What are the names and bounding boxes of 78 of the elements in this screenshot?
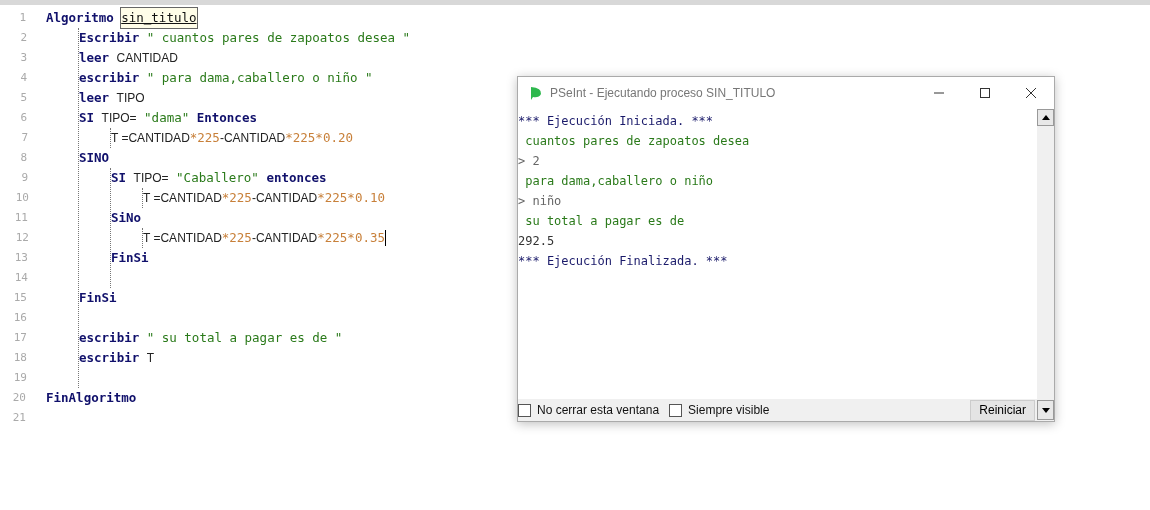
line-number: 18 bbox=[12, 350, 27, 366]
checkbox[interactable] bbox=[669, 403, 683, 417]
code-text: *225 bbox=[221, 229, 252, 247]
line-number: 8 bbox=[19, 150, 27, 166]
code-string: " su total a pagar es de " bbox=[146, 329, 343, 347]
code-keyword: FinAlgoritmo bbox=[46, 389, 137, 407]
code-text: *225 bbox=[189, 129, 220, 147]
code-keyword: FinSi bbox=[79, 289, 117, 307]
code-text: TIPO= bbox=[133, 170, 169, 187]
line-number: 21 bbox=[11, 410, 26, 426]
line-number: 9 bbox=[20, 170, 28, 186]
line-number: 11 bbox=[13, 210, 28, 226]
line-number: 16 bbox=[12, 310, 27, 326]
code-string: "dama" bbox=[144, 109, 190, 127]
scrollbar[interactable] bbox=[1037, 109, 1054, 399]
app-icon bbox=[528, 85, 544, 101]
code-keyword: SINO bbox=[79, 149, 110, 167]
code-keyword: leer bbox=[79, 89, 110, 107]
checkbox[interactable] bbox=[518, 403, 531, 417]
console-line: su total a pagar es de bbox=[524, 213, 686, 230]
checkbox-label[interactable]: Siempre visible bbox=[688, 403, 770, 417]
line-number: 12 bbox=[14, 230, 29, 246]
code-keyword: Escribir bbox=[79, 29, 140, 47]
console-line: > niño bbox=[518, 193, 563, 210]
line-number: 1 bbox=[18, 10, 26, 26]
line-number: 2 bbox=[19, 30, 27, 46]
code-string: " para dama,caballero o niño " bbox=[146, 69, 373, 87]
code-keyword: escribir bbox=[79, 329, 140, 347]
line-number: 10 bbox=[14, 190, 29, 206]
scroll-up-icon[interactable] bbox=[1037, 109, 1054, 126]
line-number: 13 bbox=[13, 250, 28, 266]
line-number: 17 bbox=[12, 330, 27, 346]
console-line: para dama,caballero o niño bbox=[524, 173, 715, 190]
code-keyword: Entonces bbox=[196, 109, 257, 127]
code-text: T bbox=[146, 350, 155, 367]
code-text: sin_titulo bbox=[121, 8, 197, 28]
code-text: *225*0.20 bbox=[285, 129, 353, 147]
code-keyword: entonces bbox=[266, 169, 327, 187]
line-number: 15 bbox=[12, 290, 27, 306]
code-keyword: leer bbox=[79, 49, 110, 67]
console-line: > 2 bbox=[518, 153, 541, 170]
code-keyword: SiNo bbox=[111, 209, 142, 227]
code-keyword: escribir bbox=[79, 349, 140, 367]
code-text: *225*0.10 bbox=[317, 189, 385, 207]
console-line: 292.5 bbox=[518, 233, 556, 250]
line-number: 19 bbox=[12, 370, 27, 386]
code-text: -CANTIDAD bbox=[219, 130, 286, 147]
line-number: 5 bbox=[19, 90, 27, 106]
line-number: 14 bbox=[13, 270, 28, 286]
window-title: PSeInt - Ejecutando proceso SIN_TITULO bbox=[550, 86, 777, 100]
code-text: TIPO bbox=[116, 90, 145, 107]
line-number: 3 bbox=[19, 50, 27, 66]
scroll-down-icon[interactable] bbox=[1037, 400, 1054, 420]
line-number: 7 bbox=[20, 130, 28, 146]
line-number: 6 bbox=[19, 110, 27, 126]
console-line: *** Ejecución Iniciada. *** bbox=[518, 113, 715, 130]
code-text: -CANTIDAD bbox=[251, 230, 318, 247]
code-keyword: Algoritmo bbox=[46, 9, 114, 27]
console-line: *** Ejecución Finalizada. *** bbox=[518, 253, 729, 270]
code-text: T =CANTIDAD bbox=[143, 190, 222, 207]
code-text: CANTIDAD bbox=[116, 50, 178, 67]
checkbox-label[interactable]: No cerrar esta ventana bbox=[537, 403, 660, 417]
line-number: 4 bbox=[19, 70, 27, 86]
code-keyword: FinSi bbox=[111, 249, 149, 267]
line-number: 20 bbox=[11, 390, 26, 406]
code-string: " cuantos pares de zapoatos desea " bbox=[146, 29, 411, 47]
restart-button[interactable]: Reiniciar bbox=[970, 399, 1035, 421]
code-text: TIPO= bbox=[101, 110, 137, 127]
code-text: T =CANTIDAD bbox=[111, 130, 190, 147]
code-text: T =CANTIDAD bbox=[143, 230, 222, 247]
code-keyword: escribir bbox=[79, 69, 140, 87]
code-text: *225*0.35 bbox=[317, 229, 385, 247]
code-text: -CANTIDAD bbox=[251, 190, 318, 207]
code-text: *225 bbox=[221, 189, 252, 207]
code-keyword: SI bbox=[111, 169, 127, 187]
code-keyword: SI bbox=[79, 109, 95, 127]
console-line: cuantos pares de zapoatos desea bbox=[524, 133, 751, 150]
code-string: "Caballero" bbox=[176, 169, 259, 187]
